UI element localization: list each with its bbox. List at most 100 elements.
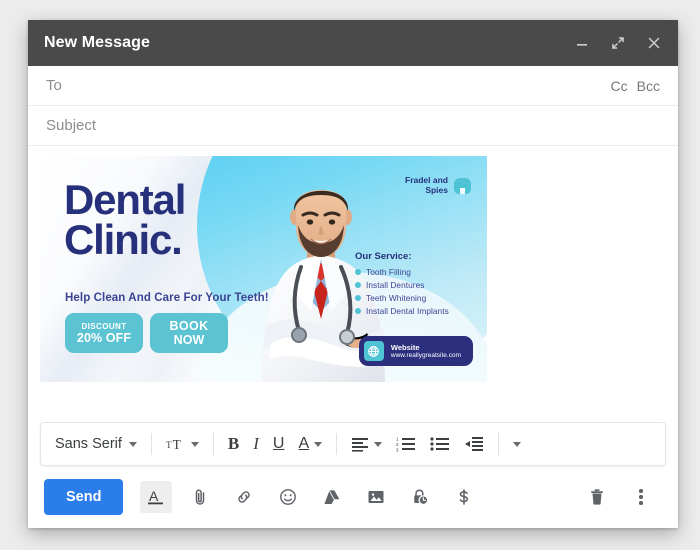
cc-button[interactable]: Cc <box>611 78 628 94</box>
toolbar-divider <box>212 433 214 455</box>
subject-field-label: Subject <box>46 117 97 134</box>
toolbar-divider <box>498 433 500 455</box>
expand-button[interactable] <box>608 33 628 53</box>
compose-action-bar: Send A <box>28 466 678 528</box>
chevron-down-icon <box>374 441 383 447</box>
bcc-button[interactable]: Bcc <box>637 78 660 94</box>
image-icon <box>368 491 384 503</box>
close-button[interactable] <box>644 33 664 53</box>
indent-decrease-icon <box>465 437 484 451</box>
formatting-options-button[interactable]: A <box>140 481 173 513</box>
bullet-dot-icon <box>355 308 361 314</box>
link-icon <box>238 491 251 503</box>
send-button[interactable]: Send <box>44 479 124 515</box>
italic-button[interactable]: I <box>247 430 265 458</box>
toolbar-divider <box>336 433 338 455</box>
bold-button[interactable]: B <box>222 430 245 458</box>
chevron-down-icon <box>128 441 137 447</box>
insert-drive-file-button[interactable] <box>316 481 348 513</box>
service-label: Install Dental Implants <box>366 306 449 316</box>
services-list: Our Service: Tooth Filling Install Dentu… <box>355 251 475 319</box>
to-field-row[interactable]: To Cc Bcc <box>28 66 678 106</box>
text-color-label: A <box>298 435 310 452</box>
bulleted-list-button[interactable] <box>424 432 456 456</box>
service-label: Tooth Filling <box>366 267 411 277</box>
minimize-button[interactable] <box>572 33 592 53</box>
align-button[interactable] <box>345 432 388 456</box>
website-badge-text: Website www.reallygreatsite.com <box>391 343 461 360</box>
paperclip-icon <box>196 489 205 505</box>
insert-emoji-button[interactable] <box>272 481 304 513</box>
discount-button-line2: 20% OFF <box>76 330 132 345</box>
more-options-button[interactable] <box>625 481 657 513</box>
attach-file-button[interactable] <box>184 481 216 513</box>
discount-button[interactable]: DISCOUNT 20% OFF <box>65 313 143 353</box>
svg-text:T: T <box>166 440 172 450</box>
insert-link-button[interactable] <box>228 481 260 513</box>
banner-title-line2: Clinic. <box>64 216 183 264</box>
tooth-icon <box>454 177 471 194</box>
list-item: Install Dental Implants <box>355 306 475 316</box>
brand-logo-text: Fradel and Spies <box>405 175 448 196</box>
banner-cta-row: DISCOUNT 20% OFF BOOK NOW <box>65 313 228 353</box>
align-left-icon <box>352 438 369 452</box>
insert-photo-button[interactable] <box>360 481 392 513</box>
website-label: Website <box>390 342 420 352</box>
svg-text:1: 1 <box>396 437 399 442</box>
indent-less-button[interactable] <box>458 432 490 456</box>
toolbar-divider <box>150 433 152 455</box>
banner-tagline: Help Clean And Care For Your Teeth! <box>65 292 269 304</box>
message-body[interactable]: Dental Clinic. Help Clean And Care For Y… <box>28 146 678 422</box>
service-label: Install Dentures <box>366 280 425 290</box>
to-field-label: To <box>46 77 62 94</box>
cc-bcc-group: Cc Bcc <box>611 78 660 94</box>
window-controls <box>572 33 664 53</box>
page-title: New Message <box>44 34 151 51</box>
bulleted-list-icon <box>430 437 450 451</box>
website-url: www.reallygreatsite.com <box>390 351 461 359</box>
list-item: Tooth Filling <box>355 267 475 277</box>
subject-field-row[interactable]: Subject <box>28 106 678 146</box>
list-item: Teeth Whitening <box>355 293 475 303</box>
svg-text:2: 2 <box>396 442 399 447</box>
underline-button[interactable]: U <box>267 431 291 457</box>
text-color-button[interactable]: A <box>292 431 328 457</box>
dollar-icon <box>460 489 469 505</box>
insert-money-button[interactable] <box>448 481 480 513</box>
underlined-a-icon: A <box>148 488 164 505</box>
chevron-down-icon <box>190 441 199 447</box>
confidential-mode-button[interactable] <box>404 481 436 513</box>
discount-button-line1: DISCOUNT <box>81 321 127 331</box>
service-label: Teeth Whitening <box>366 293 427 303</box>
more-format-options-button[interactable] <box>507 438 527 451</box>
numbered-list-button[interactable]: 1 2 3 <box>390 432 422 456</box>
globe-icon <box>363 341 384 361</box>
services-title: Our Service: <box>355 251 412 262</box>
discard-draft-button[interactable] <box>581 481 613 513</box>
svg-text:A: A <box>149 488 159 504</box>
format-toolbar: Sans Serif T T B I U A 1 2 3 <box>40 422 666 466</box>
website-badge[interactable]: Website www.reallygreatsite.com <box>358 336 473 366</box>
bullet-dot-icon <box>355 269 361 275</box>
font-family-label: Sans Serif <box>55 436 122 452</box>
font-size-icon: T T <box>166 437 181 452</box>
emoji-icon <box>280 489 297 505</box>
book-now-button-line2: NOW <box>173 333 205 347</box>
trash-icon <box>591 489 603 505</box>
lock-clock-icon <box>414 489 429 506</box>
compose-header: New Message <box>28 20 678 66</box>
kebab-menu-icon <box>639 489 643 505</box>
bullet-dot-icon <box>355 282 361 288</box>
font-family-dropdown[interactable]: Sans Serif <box>49 432 143 456</box>
svg-text:T: T <box>173 437 181 452</box>
list-item: Install Dentures <box>355 280 475 290</box>
bullet-dot-icon <box>355 295 361 301</box>
compose-window: New Message To Cc Bcc Subject Dental Cli… <box>28 20 678 528</box>
font-size-button[interactable]: T T <box>160 431 205 457</box>
book-now-button-line1: BOOK <box>169 319 209 333</box>
book-now-button[interactable]: BOOK NOW <box>150 313 228 353</box>
chevron-down-icon <box>513 441 522 447</box>
brand-logo: Fradel and Spies <box>405 175 471 196</box>
chevron-down-icon <box>314 441 323 447</box>
google-drive-icon <box>324 490 340 504</box>
